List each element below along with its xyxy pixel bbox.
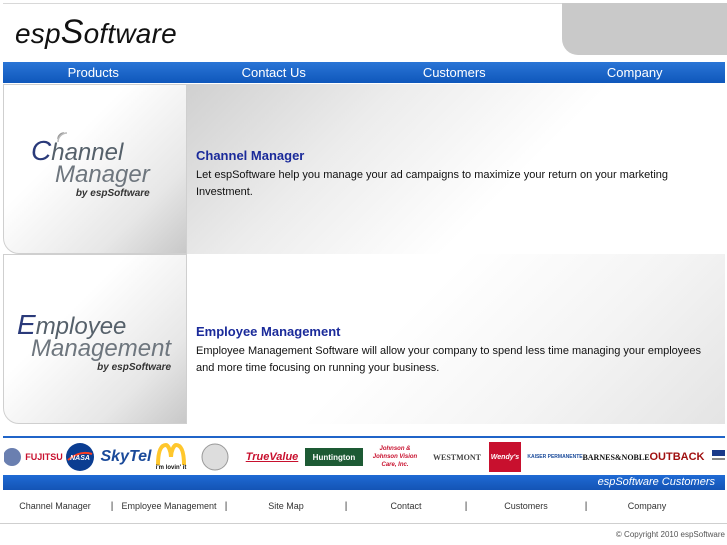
site-logo[interactable]: espSoftware — [15, 13, 177, 52]
logo-line2: Management — [31, 335, 172, 362]
customer-logo-kaiser: KAISER PERMANENTE — [527, 454, 583, 460]
partial-logo-icon — [4, 448, 21, 466]
customer-logo-seal — [195, 442, 235, 472]
product-title-channel-manager[interactable]: Channel Manager — [196, 148, 716, 163]
golden-arches-icon — [156, 443, 186, 465]
customer-logo-huntington: Huntington — [305, 448, 363, 466]
logo-cap: C — [31, 135, 52, 166]
customers-caption-bar: espSoftware Customers — [3, 475, 725, 490]
customer-logo-outback: OUTBACK — [649, 451, 705, 463]
footer-separator: | — [464, 500, 468, 512]
customers-caption[interactable]: espSoftware Customers — [598, 475, 715, 490]
nav-contact-us[interactable]: Contact Us — [184, 62, 365, 83]
customer-logo-mcdonalds-tagline: i'm lovin' it — [155, 465, 187, 471]
copyright-text: © Copyright 2010 espSoftware — [615, 530, 725, 539]
customer-logo-barnes-noble: BARNES&NOBLE — [582, 452, 650, 462]
footer-link-company[interactable]: Company — [591, 501, 703, 511]
logo-byline: by espSoftware — [75, 188, 150, 199]
logo-line2: Manager — [55, 161, 150, 188]
seal-icon — [201, 443, 229, 471]
product-title-employee-management[interactable]: Employee Management — [196, 324, 716, 339]
footer-separator: | — [224, 500, 228, 512]
customer-logo-wendys: Wendy's — [489, 442, 521, 472]
footer-link-customers[interactable]: Customers — [471, 501, 581, 511]
nasa-icon: NASA — [66, 443, 94, 471]
footer-separator: | — [344, 500, 348, 512]
customer-logo-truevalue: TrueValue — [245, 451, 299, 463]
footer-link-channel-manager[interactable]: Channel Manager — [3, 501, 107, 511]
logo-big-letter: S — [60, 13, 84, 51]
customer-logo-westmont: WESTMONT — [432, 452, 481, 462]
customer-logo-johnson: Johnson & Johnson Vision Care, Inc. — [372, 446, 418, 468]
customer-logo-nasa: NASA — [70, 455, 90, 462]
footer-divider — [0, 523, 727, 524]
employee-management-logo[interactable]: Employee Management by espSoftware — [17, 311, 172, 374]
logo-suffix: oftware — [83, 18, 177, 49]
customer-logo-partial — [3, 442, 25, 472]
partial-right-logo-icon — [712, 450, 725, 460]
footer-link-contact[interactable]: Contact — [351, 501, 461, 511]
products-content: Channel Manager Let espSoftware help you… — [3, 84, 725, 424]
logo-byline: by espSoftware — [97, 362, 172, 373]
nav-customers[interactable]: Customers — [364, 62, 545, 83]
channel-manager-logo[interactable]: Channel Manager by espSoftware — [31, 137, 150, 200]
product-description: Let espSoftware help you manage your ad … — [196, 169, 669, 198]
customer-logo-skytel: SkyTel — [100, 448, 152, 465]
product-description: Employee Management Software will allow … — [196, 345, 702, 374]
product-description-block: Channel Manager Let espSoftware help you… — [196, 148, 716, 201]
footer-links: Channel Manager | Employee Management | … — [3, 496, 725, 516]
nasa-logo-icon: NASA — [63, 442, 97, 472]
header-grey-tab — [562, 3, 727, 55]
product-description-block: Employee Management Employee Management … — [196, 324, 716, 377]
customer-logo-partial-right — [709, 442, 725, 472]
nav-products[interactable]: Products — [3, 62, 184, 83]
footer-separator: | — [584, 500, 588, 512]
main-nav: Products Contact Us Customers Company — [3, 62, 725, 83]
mcdonalds-logo: i'm lovin' it — [153, 442, 189, 472]
header-top-line — [3, 3, 563, 4]
footer-link-employee-management[interactable]: Employee Management — [117, 501, 221, 511]
footer-link-site-map[interactable]: Site Map — [231, 501, 341, 511]
logo-prefix: esp — [15, 18, 61, 49]
footer-separator: | — [110, 500, 114, 512]
nav-company[interactable]: Company — [545, 62, 726, 83]
customer-logo-fujitsu: FUJITSU — [25, 452, 63, 462]
customer-logos-strip: FUJITSU NASA SkyTel i'm lovin' it TrueVa… — [3, 436, 725, 475]
